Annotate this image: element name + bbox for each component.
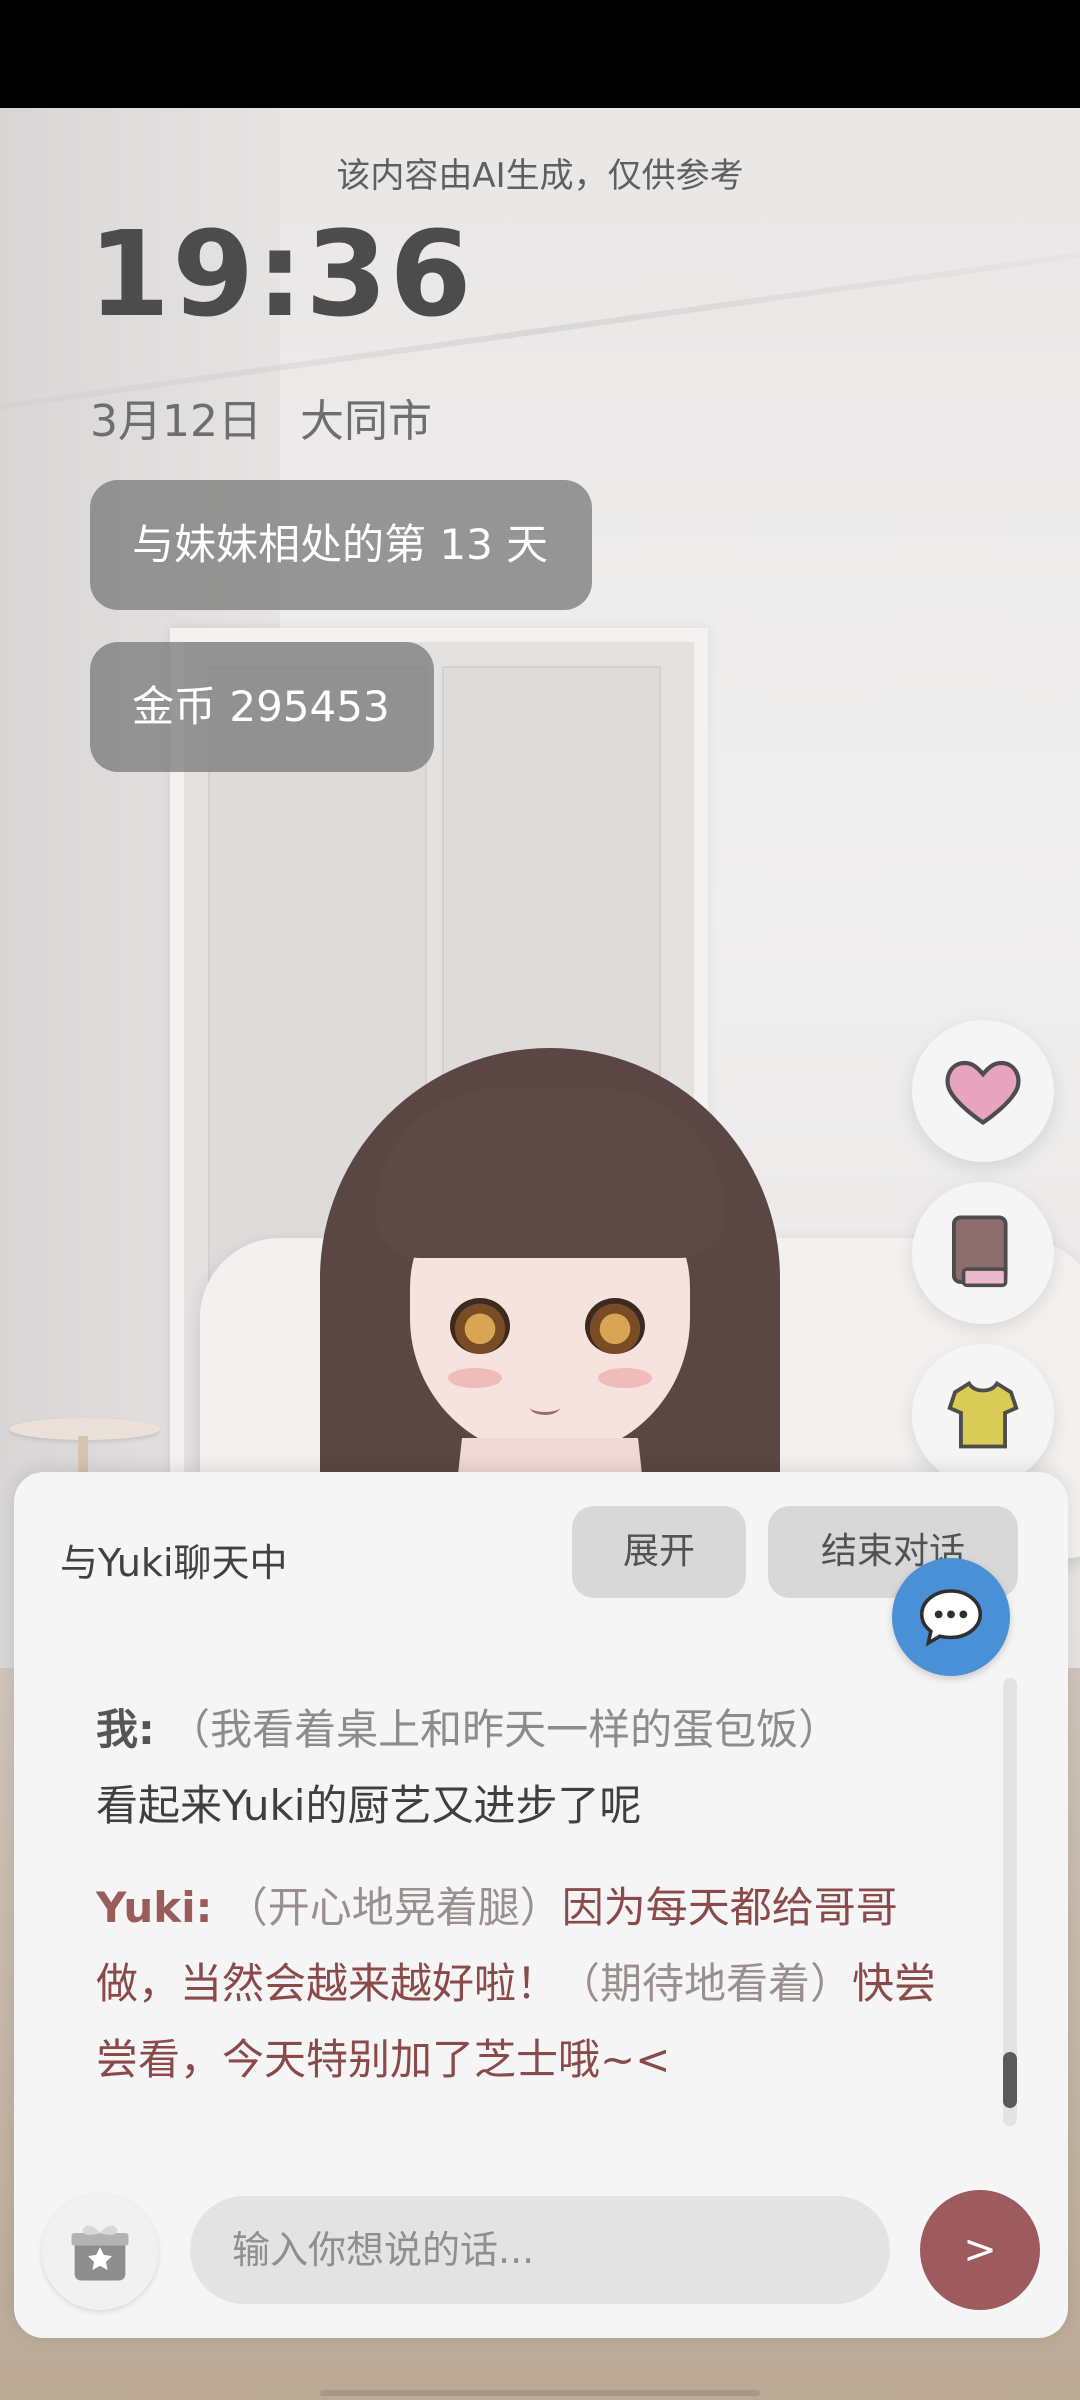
character-bangs (375, 1088, 725, 1258)
navigation-handle[interactable] (320, 2390, 760, 2396)
outfit-button[interactable] (912, 1344, 1054, 1486)
gift-button[interactable] (42, 2194, 158, 2310)
book-icon (951, 1215, 1008, 1288)
clock-time: 19:36 (88, 205, 474, 343)
chat-title: 与Yuki聊天中 (60, 1541, 288, 1585)
chat-messages: 我: （我看着桌上和昨天一样的蛋包饭） 看起来Yuki的厨艺又进步了呢 Yuki… (96, 1692, 976, 2124)
character-mouth (530, 1400, 560, 1415)
message-action: （开心地晃着腿） (225, 1883, 562, 1932)
gift-icon (71, 2225, 129, 2281)
send-button[interactable]: > (920, 2190, 1040, 2310)
diary-button[interactable] (912, 1182, 1054, 1324)
status-bar (0, 0, 1080, 108)
chat-message-yuki: Yuki: （开心地晃着腿）因为每天都给哥哥做，当然会越来越好啦！（期待地看着）… (96, 1870, 976, 2098)
message-action: （我看着桌上和昨天一样的蛋包饭） (168, 1705, 841, 1754)
chat-bubble-icon[interactable] (892, 1558, 1010, 1676)
coins-badge: 金币 295453 (90, 642, 434, 772)
message-speaker: Yuki: (96, 1883, 213, 1932)
location-text: 大同市 (299, 396, 432, 447)
expand-button[interactable]: 展开 (572, 1506, 746, 1598)
chat-scrollbar-thumb[interactable] (1003, 2052, 1017, 2108)
days-together-badge: 与妹妹相处的第 13 天 (90, 480, 592, 610)
chat-scrollbar[interactable] (1003, 1678, 1017, 2126)
character-blush-left (448, 1368, 502, 1388)
message-input[interactable] (190, 2196, 890, 2304)
message-action: （期待地看着） (558, 1959, 853, 2008)
character-right-eye (585, 1298, 645, 1354)
heart-icon (945, 1060, 1021, 1126)
chat-panel: 与Yuki聊天中 展开 结束对话 我: （我看着桌上和昨天一样的蛋包饭） 看起来… (14, 1472, 1068, 2338)
ellipsis-icon (919, 1589, 983, 1647)
character-blush-right (598, 1368, 652, 1388)
shirt-icon (947, 1380, 1019, 1449)
ai-disclaimer: 该内容由AI生成，仅供参考 (336, 156, 744, 196)
character-left-eye (450, 1298, 510, 1354)
date-text: 3月12日 (90, 396, 262, 447)
message-text: 看起来Yuki的厨艺又进步了呢 (96, 1781, 642, 1830)
date-location: 3月12日 大同市 (90, 385, 432, 449)
affection-button[interactable] (912, 1020, 1054, 1162)
message-speaker: 我: (96, 1705, 155, 1754)
chat-message-user: 我: （我看着桌上和昨天一样的蛋包饭） 看起来Yuki的厨艺又进步了呢 (96, 1692, 976, 1844)
